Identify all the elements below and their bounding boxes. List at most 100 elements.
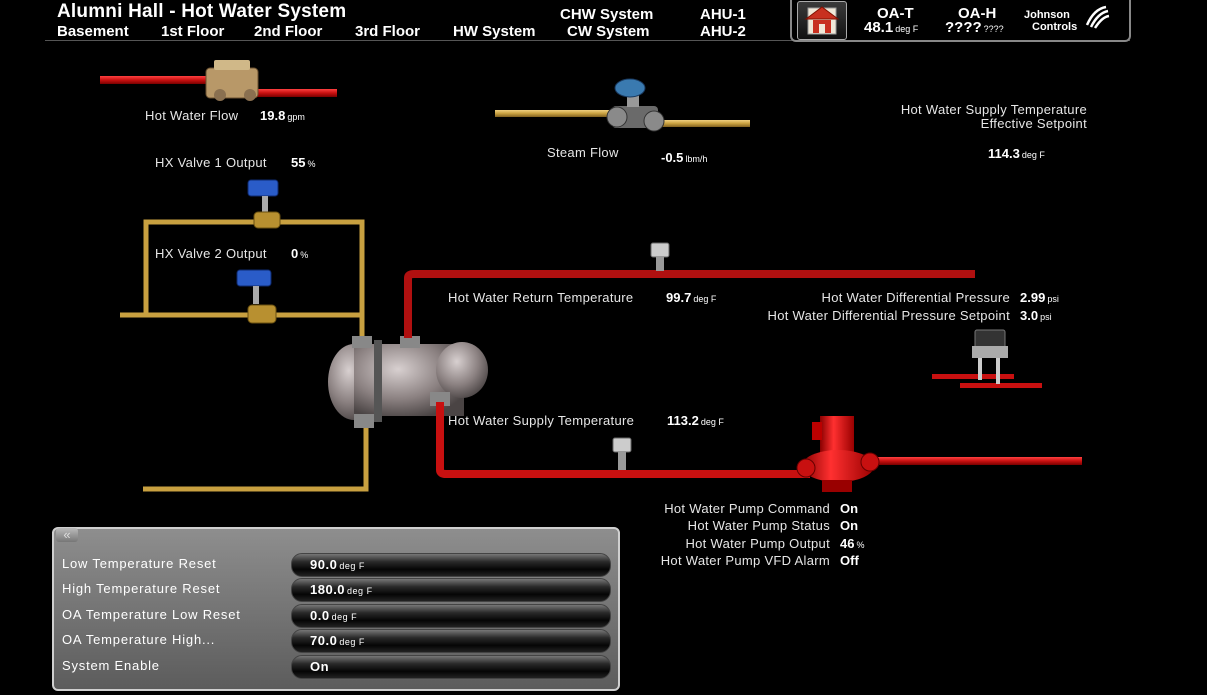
oa-t-unit: deg F xyxy=(895,24,919,34)
hx-valve-1-unit: % xyxy=(307,159,316,169)
brand-line-2: Controls xyxy=(1032,21,1078,33)
panel-row-low-temp-reset[interactable]: Low Temperature Reset 90.0 deg F xyxy=(60,552,611,577)
panel-row-value: On xyxy=(310,659,330,674)
pump-output-readout[interactable]: 46% xyxy=(840,536,864,551)
hw-dp-readout[interactable]: 2.99 psi xyxy=(1020,290,1059,305)
panel-row-oa-temp-low-reset[interactable]: OA Temperature Low Reset 0.0 deg F xyxy=(60,603,611,628)
panel-row-value: 0.0 xyxy=(310,608,330,623)
home-icon xyxy=(804,6,840,35)
hx-valve-1-value: 55 xyxy=(291,155,306,170)
hw-dp-value: 2.99 xyxy=(1020,290,1046,305)
johnson-controls-mark-icon xyxy=(1085,5,1110,29)
panel-row-value-wrap: 70.0 deg F xyxy=(310,630,365,653)
hws-temp-unit: deg F xyxy=(700,417,724,427)
panel-row-high-temp-reset[interactable]: High Temperature Reset 180.0 deg F xyxy=(60,577,611,602)
page-title: Alumni Hall - Hot Water System xyxy=(57,1,347,22)
panel-row-field[interactable]: 180.0 deg F xyxy=(291,578,611,602)
home-button[interactable] xyxy=(797,1,847,40)
steam-flow-meter xyxy=(495,78,750,132)
oa-t-value: 48.1 xyxy=(864,19,894,36)
nav-ahu-1[interactable]: AHU-1 xyxy=(700,6,746,23)
pump-output-unit: % xyxy=(856,540,865,550)
pump-output-label: Hot Water Pump Output xyxy=(685,536,830,551)
nav-hw-system[interactable]: HW System xyxy=(453,23,536,40)
panel-row-value-wrap: 90.0 deg F xyxy=(310,554,365,577)
panel-row-field[interactable]: 0.0 deg F xyxy=(291,604,611,628)
hwr-temp-value: 99.7 xyxy=(666,290,692,305)
hw-dp-sp-unit: psi xyxy=(1040,312,1052,322)
pump-alarm-value[interactable]: Off xyxy=(840,553,859,568)
pump-status-label: Hot Water Pump Status xyxy=(687,518,830,533)
hw-flow-meter-pipe xyxy=(100,60,337,101)
panel-row-label: System Enable xyxy=(62,658,160,673)
hws-temp-value: 113.2 xyxy=(667,413,699,428)
hx-valve-1-readout[interactable]: 55% xyxy=(291,155,315,170)
hws-setpoint-label-1: Hot Water Supply Temperature xyxy=(900,102,1087,117)
panel-row-unit: deg F xyxy=(339,637,365,647)
hx-valve-2-unit: % xyxy=(300,250,309,260)
nav-2nd-floor[interactable]: 2nd Floor xyxy=(254,23,322,40)
hwr-temp-unit: deg F xyxy=(693,294,717,304)
panel-row-field[interactable]: 70.0 deg F xyxy=(291,629,611,653)
hwr-temp-label: Hot Water Return Temperature xyxy=(448,290,634,305)
panel-row-value-wrap: 180.0 deg F xyxy=(310,579,373,602)
steam-flow-readout[interactable]: -0.5 lbm/h xyxy=(661,150,707,165)
panel-row-label: OA Temperature High... xyxy=(62,632,216,647)
hx-valve-2-readout[interactable]: 0% xyxy=(291,246,308,261)
panel-collapse-button[interactable]: « xyxy=(56,528,78,542)
steam-flow-label: Steam Flow xyxy=(547,145,619,160)
reset-parameters-panel: Low Temperature Reset 90.0 deg F High Tem… xyxy=(52,527,620,691)
hw-return-pipe xyxy=(404,270,975,338)
panel-row-label: OA Temperature Low Reset xyxy=(62,607,241,622)
hw-flow-readout[interactable]: 19.8 gpm xyxy=(260,108,305,123)
hw-dp-sp-value: 3.0 xyxy=(1020,308,1039,323)
hx-valve-1-label: HX Valve 1 Output xyxy=(155,155,267,170)
hw-supply-temp-sensor xyxy=(612,437,632,470)
johnson-controls-logo: Johnson Controls xyxy=(1024,9,1077,33)
panel-row-unit: deg F xyxy=(347,586,373,596)
hwr-temp-readout[interactable]: 99.7 deg F xyxy=(666,290,716,305)
hx-valve-2-value: 0 xyxy=(291,246,299,261)
hw-return-temp-sensor xyxy=(650,242,670,271)
pump-output-value: 46 xyxy=(840,536,855,551)
hws-temp-label: Hot Water Supply Temperature xyxy=(448,413,635,428)
nav-basement[interactable]: Basement xyxy=(57,23,129,40)
pump-cmd-label: Hot Water Pump Command xyxy=(664,501,830,516)
panel-row-oa-temp-high[interactable]: OA Temperature High... 70.0 deg F xyxy=(60,628,611,653)
hw-dp-sp-label: Hot Water Differential Pressure Setpoint xyxy=(767,308,1010,323)
hw-dp-sp-readout[interactable]: 3.0 psi xyxy=(1020,308,1052,323)
oa-t-readout: 48.1 deg F xyxy=(864,19,918,36)
steam-flow-unit: lbm/h xyxy=(685,154,708,164)
panel-row-value: 90.0 xyxy=(310,557,338,572)
hw-dp-sensor xyxy=(932,329,1042,388)
panel-row-unit: deg F xyxy=(339,561,365,571)
panel-row-value: 70.0 xyxy=(310,633,338,648)
hw-flow-unit: gpm xyxy=(287,112,305,122)
panel-row-system-enable[interactable]: System Enable On xyxy=(60,654,611,679)
panel-row-value-wrap: 0.0 deg F xyxy=(310,605,357,628)
oa-h-value: ???? xyxy=(945,19,982,36)
nav-ahu-2[interactable]: AHU-2 xyxy=(700,23,746,40)
nav-cw-system[interactable]: CW System xyxy=(567,23,650,40)
hws-setpoint-readout[interactable]: 114.3 deg F xyxy=(988,146,1045,161)
nav-3rd-floor[interactable]: 3rd Floor xyxy=(355,23,420,40)
panel-row-value: 180.0 xyxy=(310,582,346,597)
pump-cmd-value[interactable]: On xyxy=(840,501,858,516)
panel-row-field[interactable]: 90.0 deg F xyxy=(291,553,611,577)
hw-dp-label: Hot Water Differential Pressure xyxy=(821,290,1010,305)
pump-status-value[interactable]: On xyxy=(840,518,858,533)
nav-1st-floor[interactable]: 1st Floor xyxy=(161,23,224,40)
oa-h-unit: ???? xyxy=(983,24,1004,34)
hws-setpoint-value: 114.3 xyxy=(988,146,1020,161)
nav-chw-system[interactable]: CHW System xyxy=(560,6,653,23)
panel-row-field[interactable]: On xyxy=(291,655,611,679)
panel-row-value-wrap: On xyxy=(310,656,329,678)
hws-temp-readout[interactable]: 113.2 deg F xyxy=(667,413,724,428)
panel-row-unit: deg F xyxy=(331,612,358,622)
hx-valve-2-label: HX Valve 2 Output xyxy=(155,246,267,261)
brand-line-1: Johnson xyxy=(1024,9,1070,21)
hws-setpoint-unit: deg F xyxy=(1021,150,1045,160)
steam-flow-value: -0.5 xyxy=(661,150,684,165)
panel-row-label: High Temperature Reset xyxy=(62,581,221,596)
hws-setpoint-label-2: Effective Setpoint xyxy=(980,116,1087,131)
